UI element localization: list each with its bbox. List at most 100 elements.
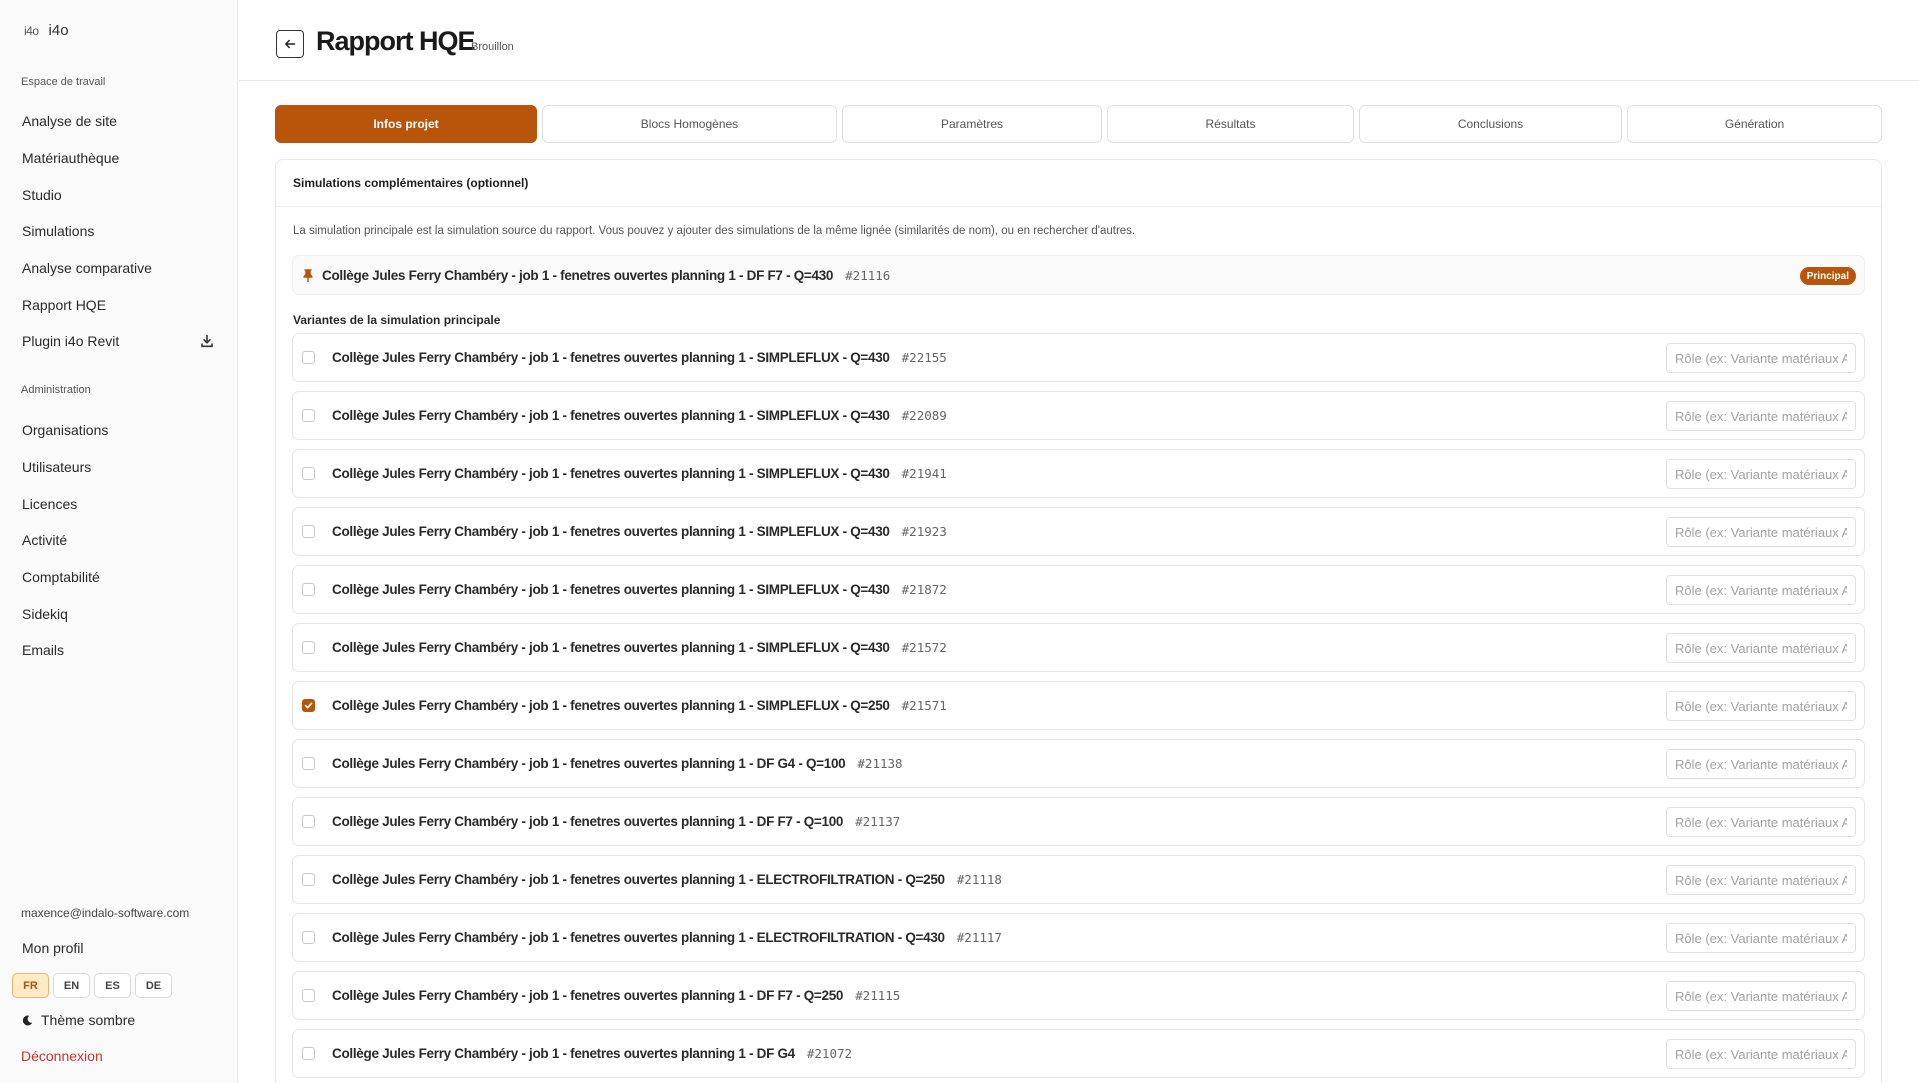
variant-checkbox[interactable] — [302, 757, 315, 770]
variant-row: Collège Jules Ferry Chambéry - job 1 - f… — [292, 391, 1865, 440]
role-input[interactable] — [1666, 865, 1856, 895]
sidebar-item-label: Utilisateurs — [22, 459, 92, 476]
tab-infos-projet[interactable]: Infos projet — [275, 105, 537, 143]
card-description: La simulation principale est la simulati… — [293, 225, 1136, 237]
tab-resultats[interactable]: Résultats — [1107, 105, 1354, 143]
logo-text: i4o — [48, 22, 69, 39]
sidebar-item-analyse-de-site[interactable]: Analyse de site — [12, 103, 224, 140]
profile-link[interactable]: Mon profil — [22, 940, 83, 956]
variant-name: Collège Jules Ferry Chambéry - job 1 - f… — [332, 930, 945, 945]
variant-id: #22089 — [901, 408, 947, 423]
variant-checkbox[interactable] — [302, 641, 315, 654]
variant-id: #21072 — [806, 1046, 853, 1061]
variant-row: Collège Jules Ferry Chambéry - job 1 - f… — [292, 507, 1865, 556]
variant-id: #21138 — [857, 756, 903, 771]
role-input[interactable] — [1666, 981, 1856, 1011]
role-input[interactable] — [1666, 1039, 1856, 1069]
variant-checkbox[interactable] — [302, 1047, 315, 1060]
variant-row: Collège Jules Ferry Chambéry - job 1 - f… — [292, 971, 1865, 1020]
sidebar-item-label: Comptabilité — [22, 569, 100, 586]
sidebar-item-sidekiq[interactable]: Sidekiq — [12, 595, 224, 632]
variant-checkbox[interactable] — [302, 815, 315, 828]
variant-row: Collège Jules Ferry Chambéry - job 1 - f… — [292, 623, 1865, 672]
variant-checkbox[interactable] — [302, 873, 315, 886]
variant-id: #21872 — [901, 582, 947, 597]
sidebar-item-label: Licences — [22, 495, 78, 512]
card-title: Simulations complémentaires (optionnel) — [276, 160, 1881, 207]
sidebar-item-studio[interactable]: Studio — [12, 176, 224, 213]
variant-name: Collège Jules Ferry Chambéry - job 1 - f… — [332, 756, 846, 771]
check-icon — [304, 701, 313, 710]
logout-link[interactable]: Déconnexion — [21, 1048, 103, 1064]
sidebar-item-comptabilite[interactable]: Comptabilité — [12, 559, 224, 596]
role-input[interactable] — [1666, 691, 1856, 721]
admin-nav: Organisations Utilisateurs Licences Acti… — [12, 412, 224, 669]
app-logo[interactable]: i4o i4o — [24, 22, 69, 39]
download-icon[interactable] — [200, 334, 214, 348]
tab-parametres[interactable]: Paramètres — [842, 105, 1102, 143]
sidebar-item-label: Sidekiq — [22, 605, 68, 622]
pin-icon — [302, 268, 314, 282]
variant-checkbox[interactable] — [302, 409, 315, 422]
variant-name: Collège Jules Ferry Chambéry - job 1 - f… — [332, 466, 890, 481]
lang-button-de[interactable]: DE — [135, 973, 172, 998]
role-input[interactable] — [1666, 401, 1856, 431]
moon-icon — [22, 1015, 33, 1026]
sidebar-item-label: Organisations — [22, 422, 109, 439]
sidebar-item-plugin-revit[interactable]: Plugin i4o Revit — [12, 323, 224, 360]
report-tabs: Infos projet Blocs Homogènes Paramètres … — [275, 105, 1882, 143]
variant-id: #21572 — [901, 640, 947, 655]
variant-checkbox[interactable] — [302, 351, 315, 364]
variant-checkbox[interactable] — [302, 989, 315, 1002]
logo-mark: i4o — [24, 23, 39, 38]
sidebar-item-label: Emails — [22, 642, 65, 659]
principal-simulation-id: #21116 — [845, 267, 891, 283]
sidebar: i4o i4o Espace de travail Analyse de sit… — [0, 0, 238, 1083]
simulations-card: Simulations complémentaires (optionnel) … — [275, 159, 1882, 1083]
lang-button-es[interactable]: ES — [94, 973, 131, 998]
sidebar-item-materiautheque[interactable]: Matériauthèque — [12, 140, 224, 177]
sidebar-item-activite[interactable]: Activité — [12, 522, 224, 559]
back-button[interactable] — [276, 30, 304, 58]
sidebar-item-licences[interactable]: Licences — [12, 485, 224, 522]
variant-checkbox[interactable] — [302, 467, 315, 480]
sidebar-item-organisations[interactable]: Organisations — [12, 412, 224, 449]
role-input[interactable] — [1666, 923, 1856, 953]
role-input[interactable] — [1666, 633, 1856, 663]
tab-conclusions[interactable]: Conclusions — [1359, 105, 1622, 143]
user-email: maxence@indalo-software.com — [21, 906, 190, 920]
workspace-section-label: Espace de travail — [21, 76, 106, 88]
variant-id: #21115 — [855, 988, 901, 1003]
principal-simulation-row: Collège Jules Ferry Chambéry - job 1 - f… — [292, 255, 1865, 295]
variant-checkbox[interactable] — [302, 699, 315, 712]
variant-name: Collège Jules Ferry Chambéry - job 1 - f… — [332, 582, 890, 597]
role-input[interactable] — [1666, 749, 1856, 779]
lang-button-en[interactable]: EN — [53, 973, 90, 998]
dark-theme-toggle[interactable]: Thème sombre — [22, 1012, 135, 1028]
role-input[interactable] — [1666, 575, 1856, 605]
principal-simulation-name: Collège Jules Ferry Chambéry - job 1 - f… — [322, 267, 834, 283]
language-switcher: FR EN ES DE — [12, 973, 172, 998]
sidebar-item-emails[interactable]: Emails — [12, 632, 224, 669]
variant-checkbox[interactable] — [302, 931, 315, 944]
variant-id: #21923 — [901, 524, 947, 539]
variant-name: Collège Jules Ferry Chambéry - job 1 - f… — [332, 408, 890, 423]
sidebar-item-utilisateurs[interactable]: Utilisateurs — [12, 449, 224, 486]
variant-name: Collège Jules Ferry Chambéry - job 1 - f… — [332, 350, 890, 365]
variant-checkbox[interactable] — [302, 525, 315, 538]
variant-row: Collège Jules Ferry Chambéry - job 1 - f… — [292, 913, 1865, 962]
lang-button-fr[interactable]: FR — [12, 973, 49, 998]
sidebar-item-simulations[interactable]: Simulations — [12, 213, 224, 250]
tab-blocs-homogenes[interactable]: Blocs Homogènes — [542, 105, 837, 143]
role-input[interactable] — [1666, 343, 1856, 373]
page-header: Rapport HQE Brouillon — [239, 0, 1919, 81]
sidebar-item-rapport-hqe[interactable]: Rapport HQE — [12, 286, 224, 323]
variant-row: Collège Jules Ferry Chambéry - job 1 - f… — [292, 681, 1865, 730]
variant-checkbox[interactable] — [302, 583, 315, 596]
role-input[interactable] — [1666, 459, 1856, 489]
tab-generation[interactable]: Génération — [1627, 105, 1882, 143]
variant-name: Collège Jules Ferry Chambéry - job 1 - f… — [332, 698, 890, 713]
role-input[interactable] — [1666, 807, 1856, 837]
sidebar-item-analyse-comparative[interactable]: Analyse comparative — [12, 250, 224, 287]
role-input[interactable] — [1666, 517, 1856, 547]
